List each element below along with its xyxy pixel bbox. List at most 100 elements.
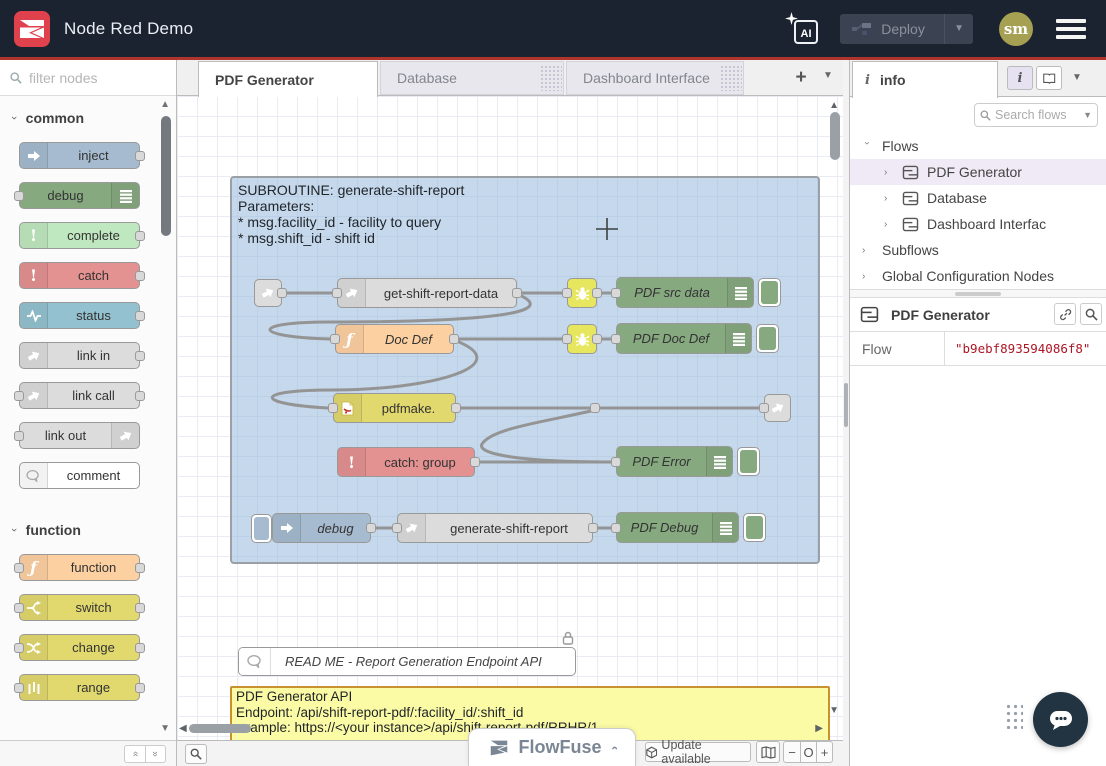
node-link-out[interactable] bbox=[764, 394, 791, 422]
tree-item-pdf-generator[interactable]: › PDF Generator bbox=[850, 159, 1106, 185]
palette-node-inject[interactable]: inject bbox=[19, 142, 140, 169]
node-port-input[interactable] bbox=[611, 457, 621, 467]
palette-node-change[interactable]: change bbox=[19, 634, 140, 661]
palette-category-function[interactable]: ›function bbox=[0, 508, 176, 540]
palette-node-range[interactable]: range bbox=[19, 674, 140, 701]
update-available-button[interactable]: Update available bbox=[645, 742, 751, 762]
tab-pdf-generator[interactable]: PDF Generator bbox=[198, 61, 378, 97]
tree-item-global-config[interactable]: › Global Configuration Nodes bbox=[850, 263, 1106, 289]
tree-item-database[interactable]: › Database bbox=[850, 185, 1106, 211]
palette-node-complete[interactable]: !complete bbox=[19, 222, 140, 249]
node-port-output[interactable] bbox=[470, 457, 480, 467]
debug-toggle-button[interactable] bbox=[743, 513, 766, 542]
zoom-reset-button[interactable]: O bbox=[800, 742, 816, 762]
node-port-input[interactable] bbox=[562, 288, 572, 298]
property-value[interactable]: "b9ebf893594086f8" bbox=[945, 341, 1090, 356]
palette-filter[interactable]: filter nodes bbox=[0, 60, 176, 96]
node-port-input[interactable] bbox=[14, 683, 24, 693]
node-inject-debug[interactable]: debug bbox=[272, 513, 371, 543]
tab-list-caret-icon[interactable]: ▼ bbox=[823, 70, 833, 81]
wire-junction[interactable] bbox=[590, 403, 600, 413]
tree-item-flows[interactable]: › Flows bbox=[850, 133, 1106, 159]
canvas-scroll-down-icon[interactable]: ▼ bbox=[829, 705, 839, 716]
sidebar-docs-button[interactable] bbox=[1036, 66, 1062, 90]
node-port-output[interactable] bbox=[592, 334, 602, 344]
sidebar-tab-info[interactable]: i info bbox=[852, 61, 998, 98]
node-bug-2[interactable] bbox=[567, 324, 597, 354]
node-pdf-debug[interactable]: PDF Debug bbox=[616, 512, 739, 543]
zoom-out-button[interactable]: − bbox=[784, 742, 800, 762]
node-port-output[interactable] bbox=[451, 403, 461, 413]
debug-toggle-button[interactable] bbox=[756, 324, 779, 353]
palette-node-link-call[interactable]: link call bbox=[19, 382, 140, 409]
palette-node-link-out[interactable]: link out bbox=[19, 422, 140, 449]
node-port-input[interactable] bbox=[14, 191, 24, 201]
node-port-input[interactable] bbox=[14, 391, 24, 401]
node-get-shift-report-data[interactable]: get-shift-report-data bbox=[337, 278, 517, 308]
node-port-output[interactable] bbox=[135, 603, 145, 613]
canvas-search-button[interactable] bbox=[185, 744, 207, 764]
node-port-input[interactable] bbox=[14, 603, 24, 613]
node-catch-group[interactable]: !catch: group bbox=[337, 447, 475, 477]
node-port-input[interactable] bbox=[14, 643, 24, 653]
canvas-scroll-right-icon[interactable]: ▶ bbox=[815, 723, 823, 734]
node-port-input[interactable] bbox=[759, 403, 769, 413]
zoom-in-button[interactable]: + bbox=[816, 742, 832, 762]
node-port-output[interactable] bbox=[135, 683, 145, 693]
node-port-output[interactable] bbox=[135, 391, 145, 401]
tree-item-dashboard-interface[interactable]: › Dashboard Interfac bbox=[850, 211, 1106, 237]
ai-assistant-button[interactable]: AI bbox=[788, 14, 818, 44]
palette-node-catch[interactable]: !catch bbox=[19, 262, 140, 289]
palette-category-common[interactable]: ›common bbox=[0, 96, 176, 128]
gutter-grip[interactable] bbox=[844, 383, 848, 427]
node-port-input[interactable] bbox=[332, 288, 342, 298]
palette-node-comment[interactable]: comment bbox=[19, 462, 140, 489]
canvas-vscrollbar[interactable] bbox=[830, 112, 840, 160]
flow-canvas[interactable]: SUBROUTINE: generate-shift-report Parame… bbox=[177, 96, 843, 740]
sidebar-resize-gutter[interactable] bbox=[843, 60, 850, 766]
node-link-in[interactable] bbox=[254, 279, 282, 307]
node-port-output[interactable] bbox=[135, 231, 145, 241]
flowfuse-panel-button[interactable]: FlowFuse › bbox=[468, 728, 636, 766]
node-port-input[interactable] bbox=[611, 288, 621, 298]
tree-item-subflows[interactable]: › Subflows bbox=[850, 237, 1106, 263]
node-port-output[interactable] bbox=[135, 643, 145, 653]
debug-toggle-button[interactable] bbox=[758, 278, 781, 307]
palette-node-switch[interactable]: switch bbox=[19, 594, 140, 621]
node-doc-def[interactable]: ƒDoc Def bbox=[335, 324, 454, 354]
search-caret-icon[interactable]: ▼ bbox=[1083, 110, 1092, 120]
sidebar-tab-caret-icon[interactable]: ▼ bbox=[1072, 72, 1082, 83]
node-port-input[interactable] bbox=[611, 334, 621, 344]
node-pdfmake[interactable]: pdfmake. bbox=[333, 393, 456, 423]
node-port-input[interactable] bbox=[14, 563, 24, 573]
flows-search-input[interactable]: Search flows ▼ bbox=[974, 103, 1098, 127]
node-port-output[interactable] bbox=[135, 151, 145, 161]
node-port-input[interactable] bbox=[562, 334, 572, 344]
debug-toggle-button[interactable] bbox=[737, 447, 760, 476]
node-port-input[interactable] bbox=[14, 431, 24, 441]
node-port-output[interactable] bbox=[135, 563, 145, 573]
palette-scroll-down-icon[interactable]: ▼ bbox=[160, 723, 170, 734]
node-port-output[interactable] bbox=[135, 311, 145, 321]
node-port-output[interactable] bbox=[366, 523, 376, 533]
navigator-button[interactable] bbox=[756, 741, 780, 763]
node-pdf-doc-def[interactable]: PDF Doc Def bbox=[616, 323, 752, 354]
canvas-hscrollbar[interactable] bbox=[189, 724, 251, 733]
node-pdf-error[interactable]: PDF Error bbox=[616, 446, 733, 477]
canvas-scroll-left-icon[interactable]: ◀ bbox=[179, 723, 187, 734]
palette-node-function[interactable]: ƒfunction bbox=[19, 554, 140, 581]
add-tab-button[interactable]: + bbox=[787, 65, 815, 91]
node-port-input[interactable] bbox=[611, 523, 621, 533]
node-port-input[interactable] bbox=[328, 403, 338, 413]
main-menu-icon[interactable] bbox=[1056, 19, 1086, 39]
palette-node-link-in[interactable]: link in bbox=[19, 342, 140, 369]
avatar[interactable]: sm bbox=[999, 12, 1033, 46]
palette-expand-all-button[interactable]: » bbox=[145, 746, 165, 762]
node-generate-shift-report[interactable]: generate-shift-report bbox=[397, 513, 593, 543]
canvas-scroll-up-icon[interactable]: ▲ bbox=[829, 100, 839, 111]
palette-scrollbar[interactable] bbox=[161, 116, 171, 236]
deploy-button[interactable]: Deploy ▼ bbox=[840, 14, 973, 44]
sidebar-info-button[interactable]: i bbox=[1007, 66, 1033, 90]
chat-drag-handle[interactable] bbox=[1004, 702, 1023, 729]
palette-scroll-up-icon[interactable]: ▲ bbox=[160, 99, 170, 110]
